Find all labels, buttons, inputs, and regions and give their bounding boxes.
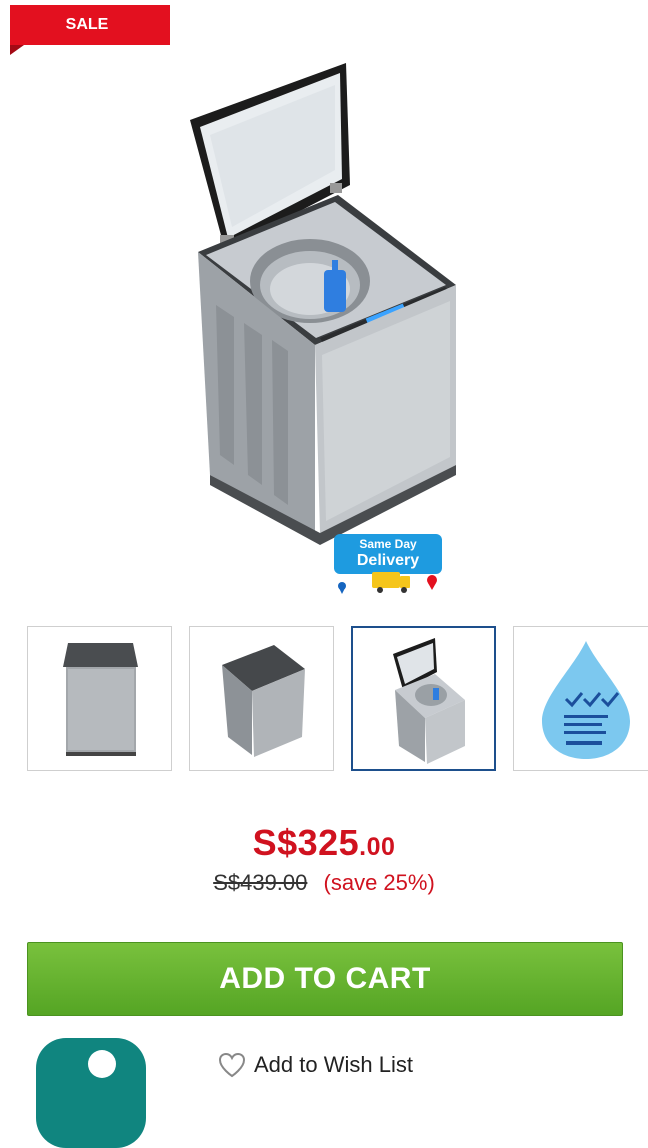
same-day-delivery-badge: Same Day Delivery xyxy=(334,534,442,594)
savings-text: (save 25%) xyxy=(323,870,435,895)
chat-icon[interactable] xyxy=(36,1038,146,1148)
location-pin-icon xyxy=(427,575,437,590)
delivery-line1: Same Day xyxy=(359,537,417,551)
add-to-cart-label: ADD TO CART xyxy=(219,962,431,995)
product-main-image[interactable] xyxy=(170,55,470,555)
original-price: S$439.00 xyxy=(213,870,308,895)
sale-badge-label: SALE xyxy=(65,16,109,33)
current-price-cents: .00 xyxy=(359,833,396,861)
current-price-main: S$325 xyxy=(252,822,360,863)
add-to-cart-button[interactable]: ADD TO CART xyxy=(27,942,623,1016)
add-to-wishlist-link[interactable]: Add to Wish List xyxy=(218,1050,413,1080)
heart-outline-icon xyxy=(218,1052,246,1078)
price-block: S$325.00 S$439.00 (save 25%) xyxy=(0,822,648,896)
delivery-line2: Delivery xyxy=(357,552,419,569)
thumbnail-strip xyxy=(27,626,648,774)
thumbnail-front-closed[interactable] xyxy=(27,626,172,771)
sale-badge: SALE xyxy=(10,5,170,55)
wishlist-label: Add to Wish List xyxy=(254,1052,413,1077)
thumbnail-open-lid[interactable] xyxy=(351,626,496,771)
thumbnail-water-efficiency[interactable] xyxy=(513,626,648,771)
location-pin-icon xyxy=(338,582,346,594)
original-price-line: S$439.00 (save 25%) xyxy=(0,870,648,896)
current-price: S$325.00 xyxy=(0,822,648,864)
thumbnail-angled-closed[interactable] xyxy=(189,626,334,771)
